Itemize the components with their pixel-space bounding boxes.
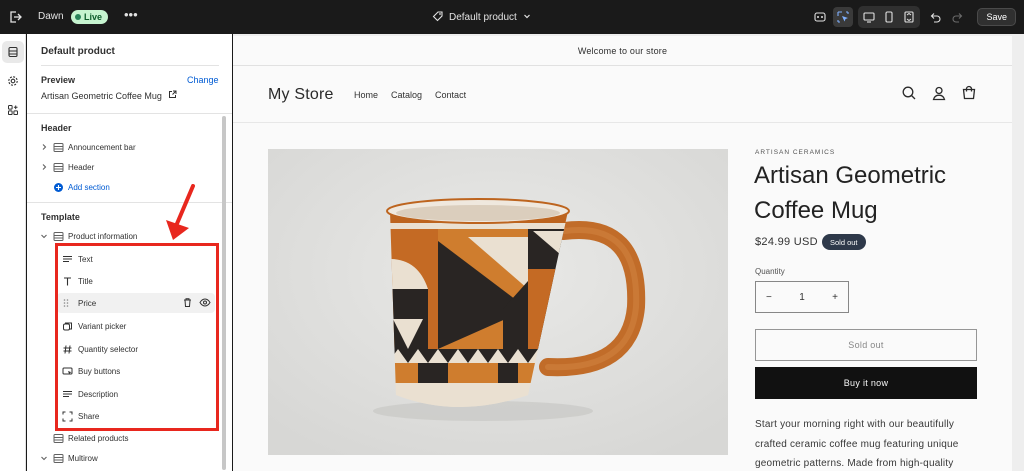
topbar-actions: Save [810,6,1016,28]
sidebar-scrollbar[interactable] [222,116,226,470]
section-icon [52,432,64,444]
desktop-icon[interactable] [859,7,879,27]
buy-it-now-button[interactable]: Buy it now [755,367,977,399]
header-group-label: Header [41,123,72,133]
store-header: My Store Home Catalog Contact [233,66,1012,123]
live-dot-icon [75,14,81,20]
preview-scrollbar[interactable] [1014,36,1020,471]
live-badge: Live [71,10,109,24]
inspector-icon[interactable] [810,7,830,27]
external-link-icon[interactable] [168,90,177,101]
product-title: Artisan Geometric Coffee Mug [754,162,947,224]
store-header-icons [901,85,977,101]
exit-icon[interactable] [6,8,24,26]
chevron-right-icon[interactable] [39,142,49,152]
plus-circle-icon [52,181,64,193]
redo-icon[interactable] [948,7,968,27]
nav-catalog[interactable]: Catalog [391,90,422,100]
highlight-annotation-box [55,243,219,431]
live-badge-label: Live [84,12,103,22]
preview-product-label: Artisan Geometric Coffee Mug [41,90,162,101]
section-multirow[interactable]: Multirow [39,449,225,467]
preview-product[interactable]: Artisan Geometric Coffee Mug [41,90,177,101]
preview-canvas: Welcome to our store My Store Home Catal… [233,34,1024,471]
quantity-minus-button[interactable]: − [766,292,772,303]
quantity-label: Quantity [755,267,785,276]
section-label: Multirow [68,453,98,463]
mug-illustration-icon [268,149,728,455]
undo-icon[interactable] [925,7,945,27]
apps-icon[interactable] [2,99,24,121]
sections-sidebar: Default product Preview Change Artisan G… [27,34,232,471]
store-nav: Home Catalog Contact [354,90,466,100]
sections-icon[interactable] [2,41,24,63]
preview-label: Preview [41,75,76,85]
account-icon[interactable] [931,85,947,101]
ellipsis-icon[interactable]: ••• [124,8,138,24]
annotation-arrow-icon [166,184,195,240]
template-selector-label: Default product [449,11,517,23]
tag-icon [432,10,444,25]
add-section-label: Add section [68,182,110,192]
template-group-label: Template [41,212,80,222]
save-button[interactable]: Save [977,8,1016,26]
quantity-value[interactable]: 1 [799,292,805,303]
icon-rail [0,34,26,471]
product-image[interactable] [268,149,728,455]
viewport-toggle [858,6,921,28]
section-icon [52,161,64,173]
section-icon [52,452,64,464]
mobile-icon[interactable] [879,7,899,27]
select-icon[interactable] [833,7,854,27]
section-label: Related products [68,433,129,443]
section-announcement-bar[interactable]: Announcement bar [39,138,225,156]
announcement-bar[interactable]: Welcome to our store [233,36,1012,66]
theme-name[interactable]: Dawn [38,11,64,22]
product-price: $24.99 USD [755,236,818,248]
product-description: Start your morning right with our beauti… [755,419,959,469]
store-preview: Welcome to our store My Store Home Catal… [233,36,1012,471]
sold-out-badge: Sold out [822,234,866,250]
quantity-stepper: − 1 + [755,281,849,313]
chevron-down-icon[interactable] [39,231,49,241]
divider [41,65,219,66]
section-related-products[interactable]: Related products [39,429,225,447]
editor-topbar: Dawn Live ••• Default product Save [0,0,1024,34]
divider [27,113,232,114]
nav-home[interactable]: Home [354,90,378,100]
search-icon[interactable] [901,85,917,101]
chevron-down-icon[interactable] [39,453,49,463]
chevron-right-icon[interactable] [39,162,49,172]
product-vendor: ARTISAN CERAMICS [755,149,836,156]
template-selector[interactable]: Default product [432,8,532,26]
section-icon [52,230,64,242]
section-header[interactable]: Header [39,158,225,176]
section-icon [52,141,64,153]
fullwidth-icon[interactable] [899,7,919,27]
gear-icon[interactable] [2,70,24,92]
sidebar-title: Default product [41,46,115,57]
section-label: Announcement bar [68,142,136,152]
chevron-down-icon [522,11,532,24]
cart-icon[interactable] [961,85,977,101]
sold-out-button[interactable]: Sold out [755,329,977,361]
change-preview-link[interactable]: Change [187,75,219,85]
store-logo[interactable]: My Store [268,86,334,104]
section-label: Header [68,162,95,172]
section-label: Product information [68,231,138,241]
nav-contact[interactable]: Contact [435,90,466,100]
quantity-plus-button[interactable]: + [832,292,838,303]
